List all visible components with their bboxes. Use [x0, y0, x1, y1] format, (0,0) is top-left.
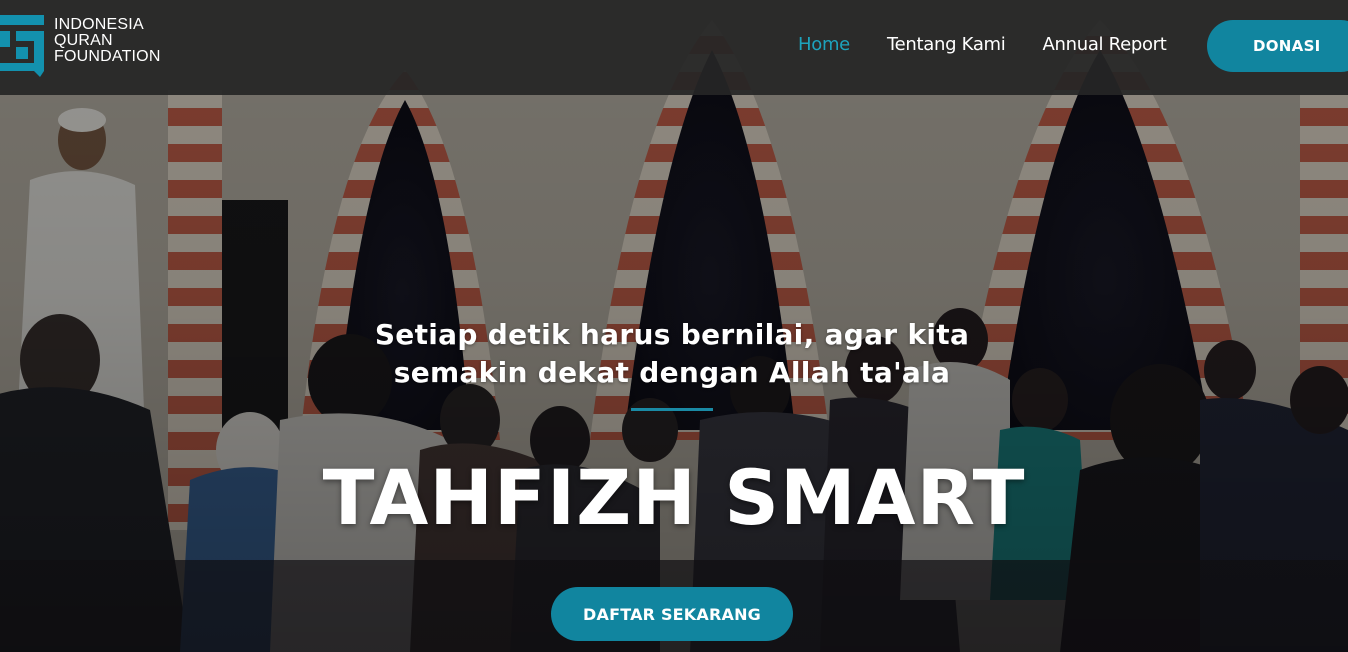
- hero-tagline: Setiap detik harus bernilai, agar kita s…: [374, 318, 970, 389]
- brand-name-line-2: QURAN: [54, 32, 113, 49]
- nav-link-tentang-kami[interactable]: Tentang Kami: [887, 34, 1006, 55]
- brand-name: INDONESIA QURAN FOUNDATION: [54, 17, 161, 65]
- landing-page: INDONESIA QURAN FOUNDATION Home Tentang …: [0, 0, 1348, 652]
- register-now-button[interactable]: DAFTAR SEKARANG: [551, 587, 793, 641]
- brand-name-line-3: FOUNDATION: [54, 48, 161, 65]
- hero-section: Setiap detik harus bernilai, agar kita s…: [0, 0, 1348, 652]
- iqf-logo-icon: [0, 13, 46, 77]
- donate-button[interactable]: DONASI: [1207, 20, 1348, 72]
- site-logo[interactable]: INDONESIA QURAN FOUNDATION: [0, 12, 161, 78]
- site-header: INDONESIA QURAN FOUNDATION Home Tentang …: [0, 0, 1348, 95]
- nav-link-home[interactable]: Home: [798, 34, 850, 55]
- hero-title: TAHFIZH SMART: [322, 453, 1026, 542]
- nav-link-annual-report[interactable]: Annual Report: [1042, 34, 1166, 55]
- main-nav: Home Tentang Kami Annual Report: [798, 34, 1204, 55]
- hero-divider: [631, 408, 713, 411]
- brand-name-line-1: INDONESIA: [54, 16, 144, 33]
